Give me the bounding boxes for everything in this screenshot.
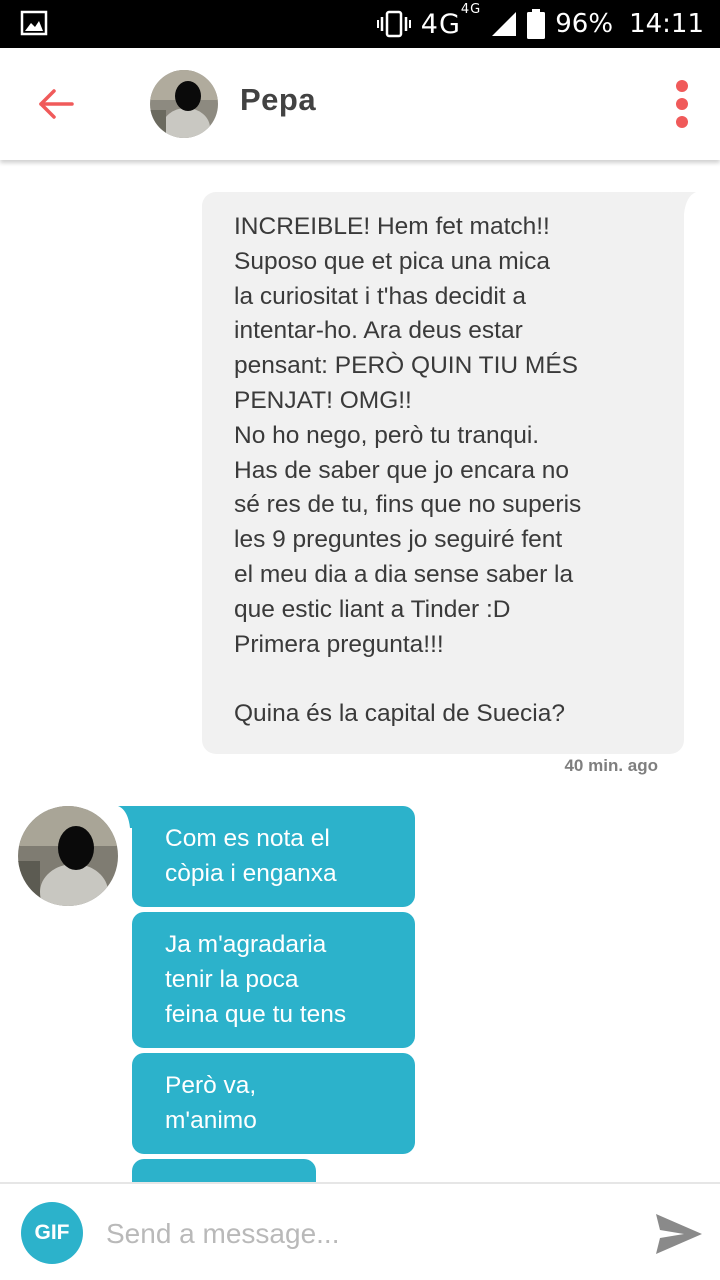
clock: 14:11 xyxy=(629,9,704,39)
gif-button[interactable]: GIF xyxy=(21,1202,83,1264)
received-message-text: Com es nota el còpia i enganxa xyxy=(165,825,337,887)
received-message-text: Ja m'agradaria tenir la poca feina que t… xyxy=(165,931,347,1028)
sent-message-bubble[interactable]: INCREIBLE! Hem fet match!! Suposo que et… xyxy=(202,192,696,754)
battery-percent: 96% xyxy=(555,9,614,39)
status-bar: 4G4G 96% 14:11 xyxy=(0,0,720,48)
contact-avatar-small[interactable] xyxy=(18,806,118,906)
contact-avatar[interactable] xyxy=(150,70,218,138)
vibrate-icon xyxy=(376,10,411,38)
sent-message-text: INCREIBLE! Hem fet match!! Suposo que et… xyxy=(234,213,582,728)
gallery-icon xyxy=(20,10,48,36)
signal-icon xyxy=(492,12,517,36)
received-message-bubble[interactable]: Ja m'agradaria tenir la poca feina que t… xyxy=(132,912,415,1048)
battery-icon xyxy=(527,9,546,39)
received-message-bubble[interactable] xyxy=(132,1159,316,1182)
message-timestamp: 40 min. ago xyxy=(564,756,658,775)
send-icon[interactable] xyxy=(654,1212,704,1256)
back-arrow-icon[interactable] xyxy=(34,82,78,126)
message-input[interactable] xyxy=(106,1206,626,1262)
received-message-bubble[interactable]: Però va, m'animo xyxy=(132,1053,415,1154)
message-composer: GIF xyxy=(0,1182,720,1280)
more-vert-icon[interactable] xyxy=(668,78,696,130)
contact-name[interactable]: Pepa xyxy=(240,82,316,118)
chat-header: Pepa xyxy=(0,48,720,160)
bubble-tail xyxy=(118,806,144,828)
bubble-tail xyxy=(672,192,696,214)
network-type: 4G4G xyxy=(420,1,482,40)
received-message-bubble[interactable]: Com es nota el còpia i enganxa xyxy=(118,806,415,907)
received-message-text: Però va, m'animo xyxy=(165,1072,257,1134)
message-thread[interactable]: INCREIBLE! Hem fet match!! Suposo que et… xyxy=(0,160,720,1182)
